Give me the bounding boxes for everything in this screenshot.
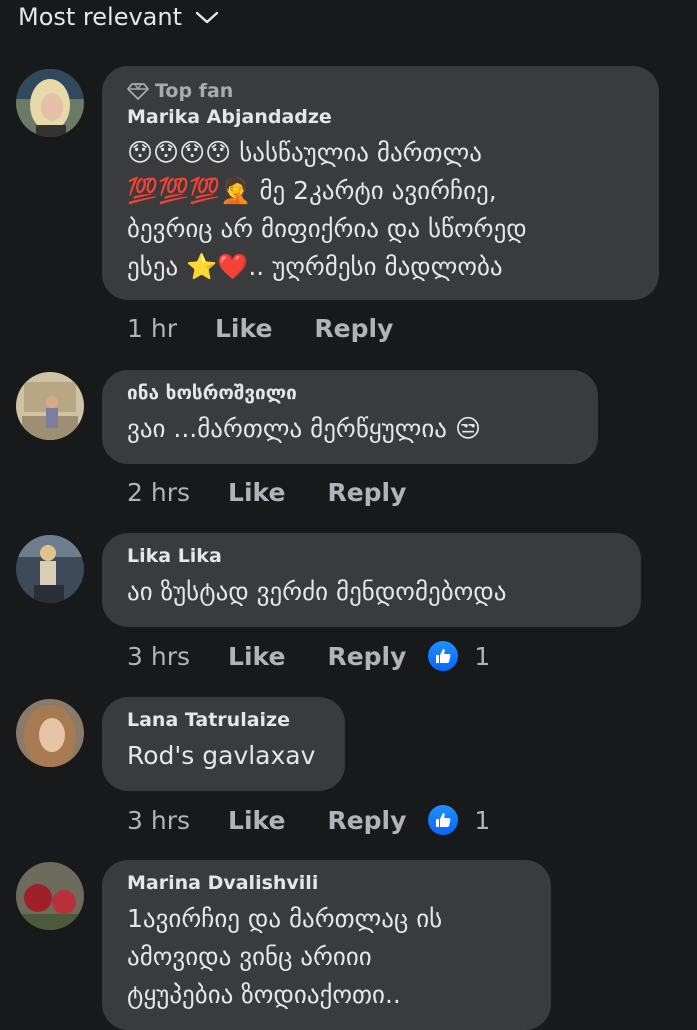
comment-bubble: Marina Dvalishvili 1ავირჩიე და მართლაც ი…: [102, 860, 551, 1030]
avatar[interactable]: [16, 862, 84, 930]
reply-button[interactable]: Reply: [327, 642, 406, 671]
top-fan-badge: Top fan: [127, 80, 633, 102]
comment-time[interactable]: 3 hrs: [127, 806, 190, 835]
comment-author[interactable]: Marina Dvalishvili: [127, 872, 525, 894]
avatar[interactable]: [16, 699, 84, 767]
comment-text: Rod's gavlaxav: [127, 741, 316, 770]
comment-bubble: Top fan Marika Abjandadze 😯😯😯😯 სასწაულია…: [102, 66, 659, 300]
comment-time[interactable]: 1 hr: [127, 314, 177, 343]
comment-author[interactable]: Marika Abjandadze: [127, 106, 633, 128]
diamond-icon: [127, 83, 149, 100]
comment-time[interactable]: 3 hrs: [127, 642, 190, 671]
comment-actions: 3 hrs Like Reply 1: [127, 805, 490, 835]
sort-dropdown[interactable]: Most relevant: [18, 0, 220, 34]
thumbs-up-icon[interactable]: [428, 805, 459, 835]
comment-time[interactable]: 2 hrs: [127, 478, 190, 507]
comment-bubble: Lika Lika აი ზუსტად ვერძი მენდომებოდა: [102, 533, 641, 627]
comment-text: ვაი ...მართლა მერწყულია 😒: [127, 414, 482, 443]
like-button[interactable]: Like: [215, 314, 272, 343]
comment-author[interactable]: Lika Lika: [127, 545, 615, 567]
sort-label: Most relevant: [18, 3, 183, 31]
comment-author[interactable]: Lana Tatrulaize: [127, 709, 319, 731]
chevron-down-icon: [195, 11, 219, 24]
comment-text: აი ზუსტად ვერძი მენდომებოდა: [127, 577, 507, 606]
comment-bubble: ინა ხოსროშვილი ვაი ...მართლა მერწყულია 😒: [102, 370, 598, 464]
reply-button[interactable]: Reply: [327, 478, 406, 507]
avatar[interactable]: [16, 69, 84, 137]
badge-label: Top fan: [155, 80, 234, 102]
comment-text: 😯😯😯😯 სასწაულია მართლა 💯💯💯🤦 მე 2კარტი ავი…: [127, 138, 527, 281]
reply-button[interactable]: Reply: [327, 806, 406, 835]
comment-actions: 1 hr Like Reply: [127, 314, 415, 343]
reaction-count[interactable]: 1: [474, 642, 490, 671]
comment-author[interactable]: ინა ხოსროშვილი: [127, 382, 572, 404]
avatar[interactable]: [16, 372, 84, 440]
comment-actions: 3 hrs Like Reply 1: [127, 641, 490, 671]
like-button[interactable]: Like: [228, 478, 285, 507]
comment-actions: 2 hrs Like Reply: [127, 478, 428, 507]
reaction-count[interactable]: 1: [474, 806, 490, 835]
comment-bubble: Lana Tatrulaize Rod's gavlaxav: [102, 697, 345, 791]
thumbs-up-icon[interactable]: [428, 641, 459, 671]
comment-text: 1ავირჩიე და მართლაც ის ამოვიდა ვინც არიი…: [127, 904, 443, 1009]
avatar[interactable]: [16, 535, 84, 603]
like-button[interactable]: Like: [228, 806, 285, 835]
like-button[interactable]: Like: [228, 642, 285, 671]
reply-button[interactable]: Reply: [314, 314, 393, 343]
